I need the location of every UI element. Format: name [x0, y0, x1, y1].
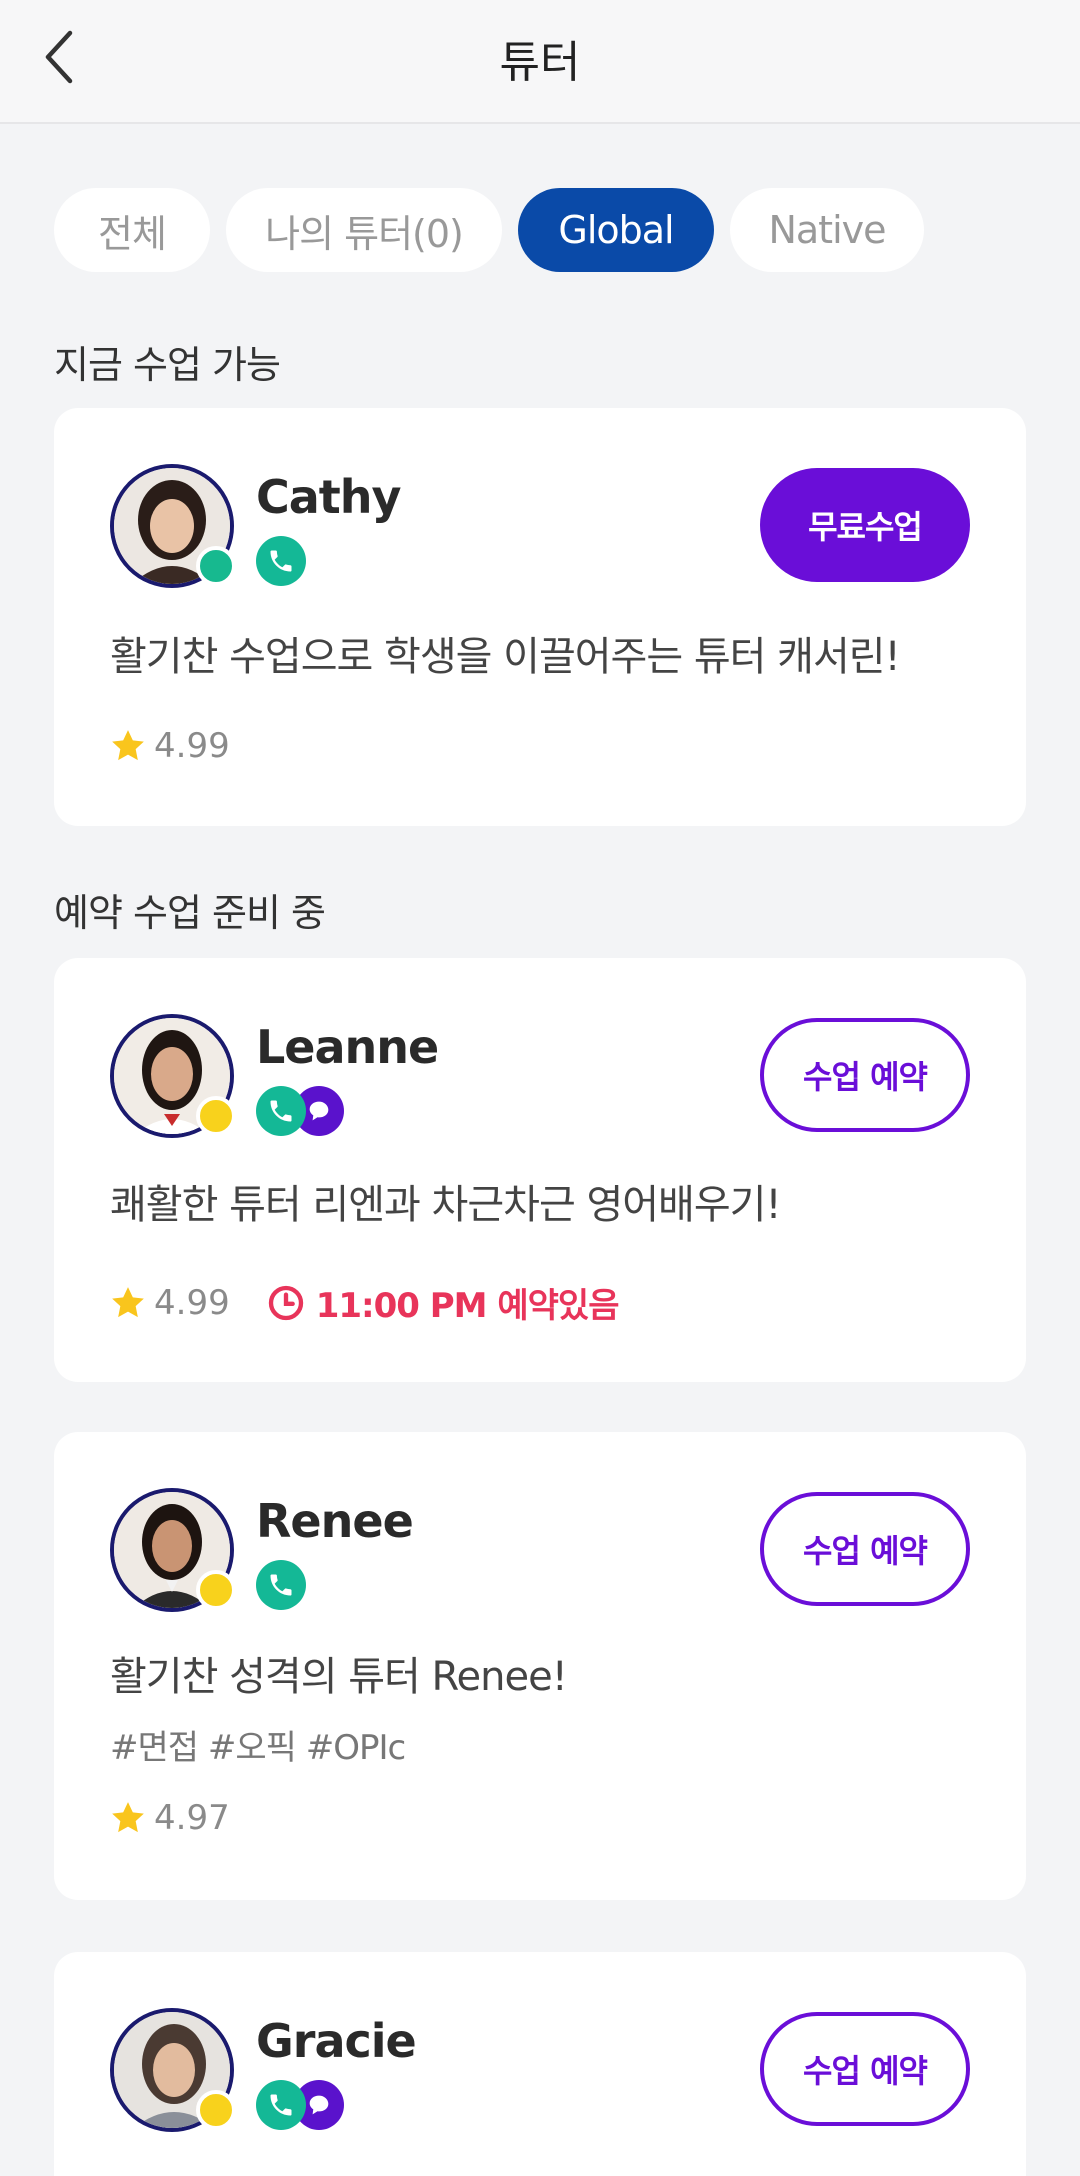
- tutor-card-renee[interactable]: Renee 수업 예약 활기찬 성격의 튜터 Renee! #면접 #오픽 #O…: [54, 1432, 1026, 1900]
- reservation-time: 11:00 PM 예약있음: [315, 1286, 620, 1326]
- tutor-description: 쾌활한 튜터 리엔과 차근차근 영어배우기!: [110, 1182, 781, 1228]
- star-icon: [112, 730, 144, 761]
- section-label-available-now: 지금 수업 가능: [54, 343, 281, 387]
- filter-tabs: 전체 나의 튜터(0) Global Native: [54, 188, 924, 272]
- avatar-cathy: [110, 464, 236, 588]
- phone-icon: [256, 1086, 306, 1136]
- app-header: 튜터: [0, 0, 1080, 124]
- reservation-status: 11:00 PM 예약있음: [266, 1278, 619, 1327]
- status-dot: [196, 1096, 236, 1136]
- avatar-renee: [110, 1488, 236, 1612]
- rating: 4.99: [108, 726, 230, 766]
- tutor-name: Gracie: [256, 2014, 417, 2068]
- star-icon: [112, 1286, 144, 1317]
- rating-value: 4.99: [154, 1282, 230, 1323]
- rating-value: 4.99: [154, 726, 230, 766]
- rating: 4.99 11:00 PM 예약있음: [108, 1278, 619, 1327]
- page-title: 튜터: [499, 37, 581, 88]
- rating: 4.97: [108, 1798, 230, 1838]
- phone-icon: [256, 2080, 306, 2130]
- tutor-name: Renee: [256, 1494, 414, 1548]
- book-lesson-button[interactable]: 수업 예약: [760, 2012, 970, 2126]
- rating-value: 4.97: [154, 1798, 230, 1838]
- tutor-tags: #면접 #오픽 #OPIc: [110, 1728, 406, 1768]
- star-icon: [112, 1802, 144, 1833]
- tab-native[interactable]: Native: [730, 188, 924, 272]
- book-lesson-button[interactable]: 수업 예약: [760, 1492, 970, 1606]
- free-lesson-button[interactable]: 무료수업: [760, 468, 970, 582]
- phone-icon: [256, 1560, 306, 1610]
- tutor-card-leanne[interactable]: Leanne 수업 예약 쾌활한 튜터 리엔과 차근차근 영어배우기! 4.99…: [54, 958, 1026, 1382]
- tutor-card-cathy[interactable]: Cathy 무료수업 활기찬 수업으로 학생을 이끌어주는 튜터 캐서린! 4.…: [54, 408, 1026, 826]
- clock-icon: [268, 1285, 303, 1320]
- tutor-description: 활기찬 수업으로 학생을 이끌어주는 튜터 캐서린!: [110, 634, 901, 680]
- status-dot: [196, 546, 236, 586]
- tutor-name: Cathy: [256, 470, 402, 524]
- status-dot: [196, 2090, 236, 2130]
- tutor-description: 활기찬 성격의 튜터 Renee!: [110, 1654, 568, 1700]
- avatar-gracie: [110, 2008, 236, 2132]
- tab-my-tutors[interactable]: 나의 튜터(0): [226, 188, 502, 272]
- book-lesson-button[interactable]: 수업 예약: [760, 1018, 970, 1132]
- status-dot: [196, 1570, 236, 1610]
- tab-all[interactable]: 전체: [54, 188, 210, 272]
- avatar-leanne: [110, 1014, 236, 1138]
- tutor-name: Leanne: [256, 1020, 439, 1074]
- phone-icon: [256, 536, 306, 586]
- tab-global[interactable]: Global: [518, 188, 714, 272]
- section-label-preparing: 예약 수업 준비 중: [54, 891, 326, 935]
- tutor-card-gracie[interactable]: Gracie 수업 예약: [54, 1952, 1026, 2176]
